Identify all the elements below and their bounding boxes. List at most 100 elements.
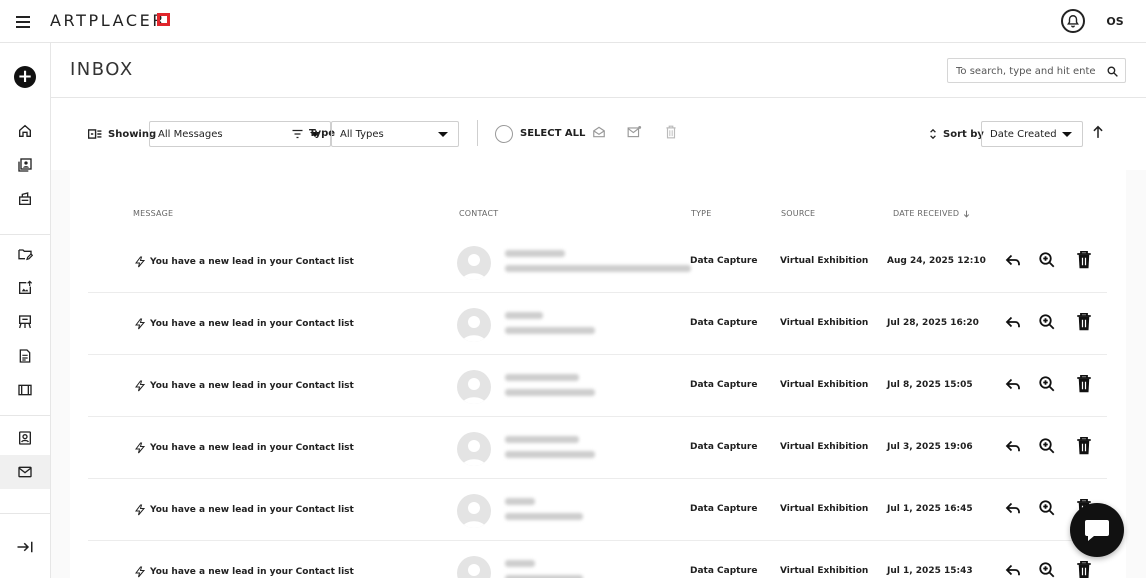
column-header-type[interactable]: TYPE xyxy=(691,209,711,218)
chat-button[interactable] xyxy=(1070,503,1124,557)
menu-icon[interactable] xyxy=(16,14,32,28)
select-all-checkbox[interactable] xyxy=(495,125,513,143)
contact-avatar xyxy=(457,432,491,466)
sidebar-item-documents[interactable] xyxy=(0,339,50,373)
zoom-icon[interactable] xyxy=(1038,437,1056,459)
trash-icon[interactable] xyxy=(1076,436,1092,459)
contact-email-redacted xyxy=(505,513,583,520)
lightning-icon xyxy=(135,566,146,578)
sort-select[interactable]: Date Created xyxy=(981,121,1083,147)
zoom-icon[interactable] xyxy=(1038,499,1056,521)
column-header-message[interactable]: MESSAGE xyxy=(133,209,173,218)
logo-mark xyxy=(157,13,170,26)
reply-icon[interactable] xyxy=(1004,375,1022,397)
artwork-bag-icon xyxy=(19,192,31,205)
search-box[interactable] xyxy=(947,58,1126,83)
lightning-icon xyxy=(135,442,146,454)
search-icon[interactable] xyxy=(1106,63,1119,82)
logo[interactable]: ARTPLACER xyxy=(50,11,166,30)
filter-toolbar: Showing All Messages Type All Types SELE… xyxy=(51,98,1146,170)
sidebar-item-artworks[interactable] xyxy=(0,182,50,216)
zoom-icon[interactable] xyxy=(1038,251,1056,273)
source-cell: Virtual Exhibition xyxy=(780,318,869,328)
reply-icon[interactable] xyxy=(1004,499,1022,521)
contact-name-redacted xyxy=(505,560,535,567)
trash-icon[interactable] xyxy=(1076,312,1092,335)
sort-direction-arrow-up-icon[interactable] xyxy=(1092,124,1104,143)
trash-icon[interactable] xyxy=(1076,560,1092,578)
reply-icon[interactable] xyxy=(1004,251,1022,273)
sidebar-collapse[interactable] xyxy=(0,530,50,564)
mark-read-icon[interactable] xyxy=(592,124,606,143)
folder-edit-icon xyxy=(18,249,33,261)
trash-icon[interactable] xyxy=(1076,250,1092,273)
select-all-label[interactable]: SELECT ALL xyxy=(520,128,585,139)
delete-selected-icon[interactable] xyxy=(665,124,677,143)
message-cell: You have a new lead in your Contact list xyxy=(134,380,354,392)
sidebar-item-home[interactable] xyxy=(0,114,50,148)
sidebar: + xyxy=(0,43,51,578)
table-row[interactable]: You have a new lead in your Contact list… xyxy=(88,417,1107,479)
sidebar-item-frames[interactable] xyxy=(0,373,50,407)
zoom-icon[interactable] xyxy=(1038,561,1056,578)
table-row[interactable]: You have a new lead in your Contact list… xyxy=(88,355,1107,417)
source-cell: Virtual Exhibition xyxy=(780,256,869,266)
contact-name-redacted xyxy=(505,250,565,257)
home-icon xyxy=(19,124,31,137)
source-cell: Virtual Exhibition xyxy=(780,442,869,452)
chevron-down-icon xyxy=(438,132,448,137)
notification-bell-icon[interactable] xyxy=(1061,9,1085,33)
reply-icon[interactable] xyxy=(1004,437,1022,459)
contact-email-redacted xyxy=(505,265,691,272)
sidebar-item-exhibitions[interactable] xyxy=(0,305,50,339)
message-cell: You have a new lead in your Contact list xyxy=(134,504,354,516)
user-avatar[interactable]: OS xyxy=(1101,9,1129,33)
showing-filter-label: Showing xyxy=(88,128,156,140)
message-text: You have a new lead in your Contact list xyxy=(150,257,354,267)
type-select[interactable]: All Types xyxy=(331,121,459,147)
column-header-date-received[interactable]: DATE RECEIVED xyxy=(893,209,970,218)
message-text: You have a new lead in your Contact list xyxy=(150,567,354,577)
search-input[interactable] xyxy=(956,62,1096,80)
type-cell: Data Capture xyxy=(690,566,758,576)
mark-unread-icon[interactable] xyxy=(627,124,642,143)
lightning-icon xyxy=(135,380,146,392)
table-row[interactable]: You have a new lead in your Contact list… xyxy=(88,231,1107,293)
table-row[interactable]: You have a new lead in your Contact list… xyxy=(88,541,1107,578)
sort-down-arrow-icon xyxy=(964,210,970,218)
column-header-contact[interactable]: CONTACT xyxy=(459,209,498,218)
contact-avatar xyxy=(457,246,491,280)
reply-icon[interactable] xyxy=(1004,313,1022,335)
contact-avatar xyxy=(457,556,491,578)
top-bar: ARTPLACER OS xyxy=(0,0,1146,43)
sidebar-item-inbox[interactable] xyxy=(0,455,50,489)
reply-icon[interactable] xyxy=(1004,561,1022,578)
message-cell: You have a new lead in your Contact list xyxy=(134,256,354,268)
lightning-icon xyxy=(135,318,146,330)
toolbar-divider xyxy=(477,120,478,146)
trash-icon[interactable] xyxy=(1076,374,1092,397)
film-frame-icon xyxy=(18,384,32,396)
sidebar-item-folders[interactable] xyxy=(0,237,50,271)
table-row[interactable]: You have a new lead in your Contact list… xyxy=(88,479,1107,541)
contact-email-redacted xyxy=(505,451,595,458)
message-text: You have a new lead in your Contact list xyxy=(150,505,354,515)
zoom-icon[interactable] xyxy=(1038,313,1056,335)
type-cell: Data Capture xyxy=(690,380,758,390)
add-button[interactable]: + xyxy=(0,60,50,94)
view-filter-icon xyxy=(88,129,102,139)
sidebar-item-gallery[interactable] xyxy=(0,148,50,182)
sidebar-item-contacts[interactable] xyxy=(0,421,50,455)
date-cell: Jul 3, 2025 19:06 xyxy=(887,442,973,452)
sidebar-item-upload[interactable] xyxy=(0,271,50,305)
type-cell: Data Capture xyxy=(690,256,758,266)
message-cell: You have a new lead in your Contact list xyxy=(134,442,354,454)
table-row[interactable]: You have a new lead in your Contact list… xyxy=(88,293,1107,355)
contact-avatar xyxy=(457,494,491,528)
zoom-icon[interactable] xyxy=(1038,375,1056,397)
contact-name-redacted xyxy=(505,436,579,443)
chevron-down-icon xyxy=(1062,132,1072,137)
type-cell: Data Capture xyxy=(690,442,758,452)
column-header-source[interactable]: SOURCE xyxy=(781,209,815,218)
type-cell: Data Capture xyxy=(690,318,758,328)
